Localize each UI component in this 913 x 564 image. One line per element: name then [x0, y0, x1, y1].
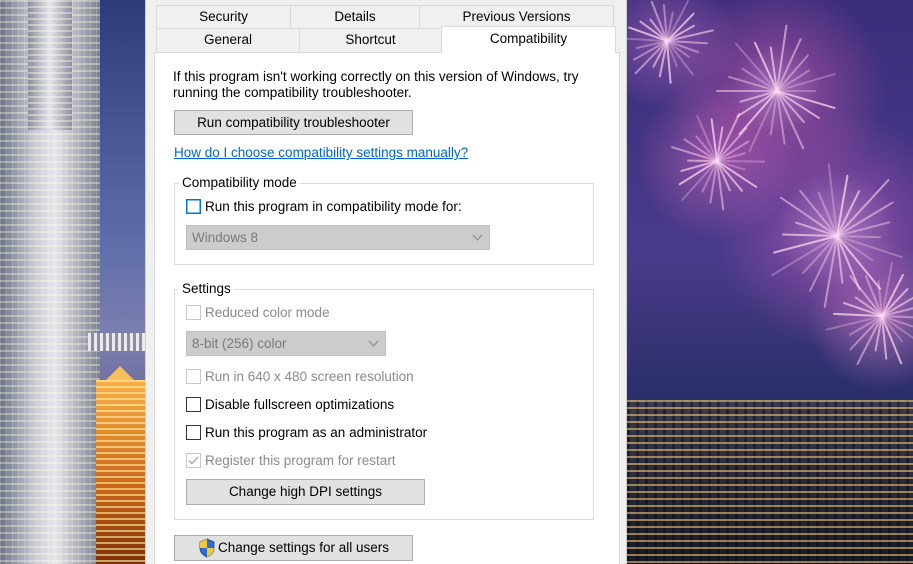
color-depth-value: 8-bit (256) color: [192, 336, 287, 351]
disable-fullscreen-label[interactable]: Disable fullscreen optimizations: [205, 397, 394, 413]
resolution-640-checkbox[interactable]: [186, 369, 201, 384]
compat-mode-checkbox[interactable]: [186, 199, 201, 214]
tab-security[interactable]: Security: [156, 5, 291, 28]
disable-fullscreen-checkbox[interactable]: [186, 397, 201, 412]
resolution-640-label: Run in 640 x 480 screen resolution: [205, 369, 414, 384]
settings-legend: Settings: [179, 281, 234, 297]
tab-general[interactable]: General: [156, 28, 300, 52]
wallpaper-skybridge: [88, 333, 145, 351]
firework-spark: [716, 90, 777, 92]
properties-dialog: Security Details Previous Versions Gener…: [145, 0, 627, 564]
tab-shortcut[interactable]: Shortcut: [299, 28, 442, 52]
tab-previous-versions[interactable]: Previous Versions: [419, 5, 614, 28]
run-troubleshooter-button[interactable]: Run compatibility troubleshooter: [174, 110, 413, 135]
compatibility-mode-legend: Compatibility mode: [179, 175, 300, 191]
reduced-color-label: Reduced color mode: [205, 305, 330, 320]
change-dpi-button[interactable]: Change high DPI settings: [186, 479, 425, 505]
tab-details[interactable]: Details: [290, 5, 420, 28]
change-all-users-label: Change settings for all users: [217, 540, 390, 555]
compatibility-panel: If this program isn't working correctly …: [154, 52, 620, 564]
register-restart-checkbox[interactable]: [186, 453, 201, 468]
intro-line-1: If this program isn't working correctly …: [173, 69, 579, 84]
wallpaper-tower-spire: [28, 0, 72, 130]
compat-mode-label[interactable]: Run this program in compatibility mode f…: [205, 199, 462, 215]
chevron-down-icon: [368, 332, 379, 364]
reduced-color-checkbox[interactable]: [186, 305, 201, 320]
wallpaper-orange-building: [96, 380, 145, 564]
uac-shield-icon: [199, 538, 215, 558]
color-depth-select[interactable]: 8-bit (256) color: [186, 331, 386, 356]
run-as-admin-checkbox[interactable]: [186, 425, 201, 440]
os-version-value: Windows 8: [192, 230, 259, 245]
change-all-users-button[interactable]: Change settings for all users: [174, 535, 413, 561]
run-as-admin-label[interactable]: Run this program as an administrator: [205, 425, 427, 441]
register-restart-label: Register this program for restart: [205, 453, 396, 468]
tab-compatibility[interactable]: Compatibility: [441, 26, 616, 53]
os-version-select[interactable]: Windows 8: [186, 225, 490, 250]
compatibility-mode-group: [174, 183, 594, 265]
checkmark-icon: [188, 456, 199, 465]
chevron-down-icon: [472, 226, 483, 258]
intro-line-2: running the compatibility troubleshooter…: [173, 85, 412, 100]
wallpaper-city-skyline: [627, 400, 913, 564]
help-link[interactable]: How do I choose compatibility settings m…: [174, 145, 468, 160]
